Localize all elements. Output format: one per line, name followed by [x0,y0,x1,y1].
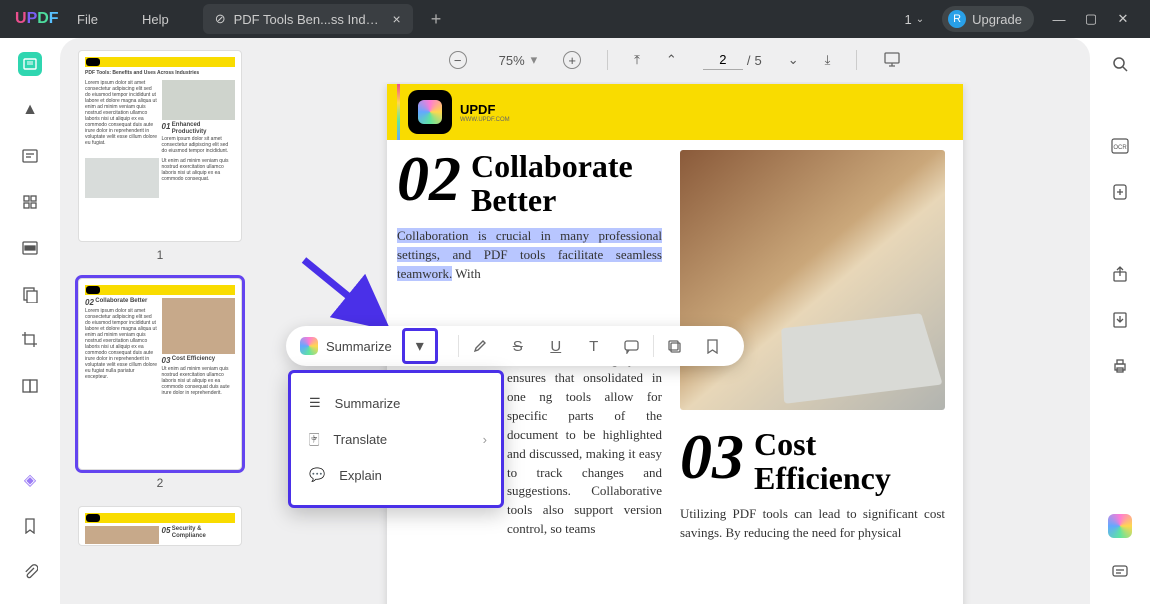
list-icon: ☰ [309,395,321,411]
note-icon[interactable] [615,339,649,354]
left-rail: ▲ ◈ [0,38,60,604]
new-tab-button[interactable]: + [431,9,442,30]
layers-icon[interactable]: ◈ [18,468,42,492]
right-rail: OCR [1090,38,1150,604]
section-number: 02 [397,150,461,208]
upgrade-button[interactable]: R Upgrade [942,6,1034,32]
prev-page-button[interactable]: ⌃ [666,52,677,68]
zoom-dropdown-icon[interactable]: ▾ [531,52,538,68]
selection-toolbar: Summarize ▾ S U T [286,326,744,366]
section-title: Cost Efficiency [754,428,945,495]
chevron-right-icon: › [483,432,487,447]
organize-pages-icon[interactable] [18,190,42,214]
bookmark-icon[interactable] [18,514,42,538]
translate-icon: 🀄︎ [309,431,319,447]
strikethrough-icon[interactable]: S [501,338,535,355]
section-number: 03 [680,428,744,486]
annotation-arrow [296,252,396,332]
doc-brand-url: WWW.UPDF.COM [460,117,510,123]
ai-dropdown-menu: ☰ Summarize 🀄︎ Translate › 💬 Explain [288,370,504,508]
highlighter-icon[interactable]: ▲ [18,98,42,122]
explain-icon: 💬 [309,467,325,483]
section-image [680,150,945,410]
attachment-icon[interactable] [18,560,42,584]
maximize-button[interactable]: ▢ [1084,11,1098,27]
menu-file[interactable]: File [55,12,120,27]
page-number-input[interactable] [703,50,743,70]
compress-icon[interactable] [1108,180,1132,204]
tab-lock-icon: ⊘ [215,11,226,27]
tab-title: PDF Tools Ben...ss Industries [234,12,385,27]
thumbnail-number: 1 [78,248,242,262]
top-toolbar: − ▾ + ⤒ ⌃ / 5 ⌄ ⤓ [260,38,1090,82]
menu-help[interactable]: Help [120,12,191,27]
chevron-down-icon: ▾ [416,336,424,356]
edit-text-icon[interactable] [18,144,42,168]
document-tab[interactable]: ⊘ PDF Tools Ben...ss Industries × [203,4,413,34]
minimize-button[interactable]: — [1052,12,1066,27]
thumbnail-panel: PDF Tools: Benefits and Uses Across Indu… [60,38,260,604]
compare-icon[interactable] [18,374,42,398]
redact-icon[interactable] [18,236,42,260]
ai-assistant-icon[interactable] [1108,514,1132,538]
avatar: R [948,10,966,28]
thumbnail-page-3[interactable]: 05 Security & Compliance [78,506,242,546]
workspace-switcher[interactable]: 1⌄ [905,12,925,27]
reader-mode-icon[interactable] [18,52,42,76]
thumbnail-page-1[interactable]: PDF Tools: Benefits and Uses Across Indu… [78,50,242,242]
ai-menu-summarize[interactable]: ☰ Summarize [291,385,501,421]
ai-menu-translate[interactable]: 🀄︎ Translate › [291,421,501,457]
doc-brand: UPDF [460,102,510,117]
close-button[interactable]: ✕ [1116,11,1130,27]
section-body[interactable]: Utilizing PDF tools can lead to signific… [680,505,945,543]
presentation-icon[interactable] [883,50,901,71]
print-icon[interactable] [1108,354,1132,378]
title-bar: UPDF File Help ⊘ PDF Tools Ben...ss Indu… [0,0,1150,38]
forms-icon[interactable] [18,282,42,306]
ai-menu-explain[interactable]: 💬 Explain [291,457,501,493]
zoom-out-button[interactable]: − [449,51,467,69]
comment-panel-icon[interactable] [1108,560,1132,584]
last-page-button[interactable]: ⤓ [825,52,831,68]
thumbnail-number: 2 [78,476,242,490]
next-page-button[interactable]: ⌄ [788,52,799,68]
zoom-in-button[interactable]: + [563,51,581,69]
underline-icon[interactable]: U [539,338,573,355]
chevron-down-icon: ⌄ [916,14,924,25]
crop-icon[interactable] [18,328,42,352]
highlighted-text[interactable]: Collaboration is crucial in many profess… [397,228,662,281]
app-logo: UPDF [0,10,55,28]
bookmark-add-icon[interactable] [696,339,730,354]
copy-icon[interactable] [658,339,692,354]
close-icon[interactable]: × [393,11,401,27]
highlight-tool-icon[interactable] [463,338,497,354]
search-icon[interactable] [1108,52,1132,76]
svg-text:OCR: OCR [1113,145,1127,151]
ocr-icon[interactable]: OCR [1108,134,1132,158]
ai-icon [300,337,318,355]
squiggly-icon[interactable]: T [577,338,611,355]
page-total: 5 [754,53,761,68]
share-icon[interactable] [1108,262,1132,286]
thumbnail-page-2[interactable]: 02 Collaborate Better Lorem ipsum dolor … [78,278,242,470]
first-page-button[interactable]: ⤒ [634,52,640,68]
export-icon[interactable] [1108,308,1132,332]
ai-dropdown-button[interactable]: ▾ [402,328,438,364]
section-title: Collaborate Better [471,150,662,217]
section-body[interactable]: Collaboration is crucial in many profess… [397,227,662,284]
summarize-button[interactable]: Summarize [326,339,392,354]
zoom-level[interactable] [493,53,531,68]
